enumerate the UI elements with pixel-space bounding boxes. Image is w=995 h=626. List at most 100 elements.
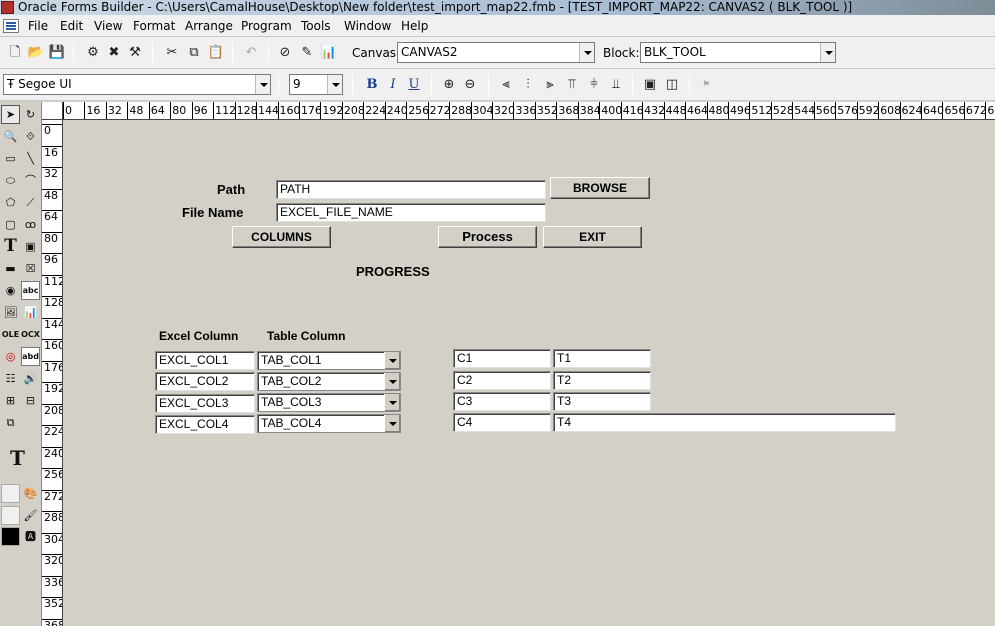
- stacked-canvas-tool-icon[interactable]: ⧉: [1, 413, 20, 432]
- text-color-swatch[interactable]: [1, 527, 20, 546]
- font-select[interactable]: Ŧ Segoe UI: [3, 74, 271, 95]
- c3-field[interactable]: C3: [453, 392, 551, 411]
- menu-help[interactable]: Help: [399, 15, 430, 37]
- open-folder-icon[interactable]: 📂: [27, 44, 45, 62]
- excel-col-3-field[interactable]: EXCL_COL3: [155, 394, 255, 413]
- path-field[interactable]: PATH: [276, 180, 546, 199]
- bean-area-tool-icon[interactable]: ◎: [1, 347, 20, 366]
- table-col-1-select[interactable]: TAB_COL1: [257, 351, 401, 370]
- pm-flag-icon[interactable]: ⚑: [697, 76, 715, 94]
- edit-pencil-icon[interactable]: ✎: [298, 44, 316, 62]
- rectangle-tool-icon[interactable]: ▭: [1, 149, 20, 168]
- underline-button[interactable]: U: [405, 76, 423, 94]
- menu-file[interactable]: File: [26, 15, 50, 37]
- c1-field[interactable]: C1: [453, 349, 551, 368]
- chevron-down-icon[interactable]: [579, 43, 594, 62]
- chevron-down-icon[interactable]: [384, 394, 400, 411]
- columns-button[interactable]: COLUMNS: [232, 226, 331, 248]
- run-form-icon[interactable]: ⚙: [84, 44, 102, 62]
- magnify-icon[interactable]: 🔍: [1, 127, 20, 146]
- chart-wizard-icon[interactable]: 📊: [320, 44, 338, 62]
- line-tool-icon[interactable]: ╲: [21, 149, 40, 168]
- block-select[interactable]: BLK_TOOL: [640, 42, 836, 63]
- chevron-down-icon[interactable]: [327, 75, 342, 94]
- c4-field[interactable]: C4: [453, 413, 551, 432]
- t3-field[interactable]: T3: [553, 392, 651, 411]
- browse-button[interactable]: BROWSE: [550, 177, 650, 199]
- activex-control-tool-icon[interactable]: OCX: [21, 325, 40, 344]
- line-color-icon[interactable]: 🖌: [21, 506, 40, 525]
- radio-button-tool-icon[interactable]: ◉: [1, 281, 20, 300]
- excel-col-2-field[interactable]: EXCL_COL2: [155, 372, 255, 391]
- fill-color-swatch[interactable]: [1, 484, 20, 503]
- chevron-down-icon[interactable]: [820, 43, 835, 62]
- checkbox-tool-icon[interactable]: ☒: [21, 259, 40, 278]
- zoom-in-icon[interactable]: ⊕: [440, 76, 458, 94]
- menu-program[interactable]: Program: [239, 15, 294, 37]
- sound-item-tool-icon[interactable]: 🔊: [21, 369, 40, 388]
- text-color-icon[interactable]: 🅰: [21, 527, 40, 546]
- fill-color-icon[interactable]: 🎨: [21, 484, 40, 503]
- display-item-tool-icon[interactable]: abd: [21, 347, 40, 366]
- menu-tools[interactable]: Tools: [299, 15, 333, 37]
- align-middle-icon[interactable]: ⫩: [585, 76, 603, 94]
- canvas-select[interactable]: CANVAS2: [397, 42, 595, 63]
- font-size-select[interactable]: 9: [289, 74, 343, 95]
- chevron-down-icon[interactable]: [384, 352, 400, 369]
- text-tool-icon[interactable]: T: [1, 237, 20, 256]
- chevron-down-icon[interactable]: [255, 75, 270, 94]
- tab-canvas-tool-icon[interactable]: ⊟: [21, 391, 40, 410]
- bring-to-front-icon[interactable]: ▣: [641, 76, 659, 94]
- c2-field[interactable]: C2: [453, 371, 551, 390]
- process-button[interactable]: Process: [438, 226, 537, 248]
- zoom-out-icon[interactable]: ⊖: [461, 76, 479, 94]
- debug-icon[interactable]: ✖: [105, 44, 123, 62]
- menu-format[interactable]: Format: [131, 15, 177, 37]
- frame-tool-icon[interactable]: ▣: [21, 237, 40, 256]
- align-center-icon[interactable]: ⫶: [519, 76, 537, 94]
- paste-icon[interactable]: 📋: [207, 44, 225, 62]
- table-col-2-select[interactable]: TAB_COL2: [257, 372, 401, 391]
- arc-tool-icon[interactable]: ⌒: [21, 171, 40, 190]
- hierarchical-tree-tool-icon[interactable]: ⊞: [1, 391, 20, 410]
- chevron-down-icon[interactable]: [384, 415, 400, 432]
- align-left-icon[interactable]: ⫷: [497, 76, 515, 94]
- chart-tool-icon[interactable]: 📊: [21, 303, 40, 322]
- bold-button[interactable]: B: [363, 76, 381, 94]
- send-to-back-icon[interactable]: ◫: [663, 76, 681, 94]
- polyline-tool-icon[interactable]: ⟋: [21, 193, 40, 212]
- chevron-down-icon[interactable]: [384, 373, 400, 390]
- copy-icon[interactable]: ⧉: [185, 44, 203, 62]
- excel-col-1-field[interactable]: EXCL_COL1: [155, 351, 255, 370]
- image-tool-icon[interactable]: 🖼: [1, 303, 20, 322]
- text-item-tool-icon[interactable]: abc: [21, 281, 40, 300]
- oracle-forms-app-icon[interactable]: [1, 1, 14, 14]
- ole-container-tool-icon[interactable]: OLE: [1, 325, 20, 344]
- menu-window[interactable]: Window: [342, 15, 393, 37]
- layout-canvas[interactable]: Path PATH BROWSE File Name EXCEL_FILE_NA…: [63, 120, 995, 626]
- menu-arrange[interactable]: Arrange: [183, 15, 235, 37]
- excel-col-4-field[interactable]: EXCL_COL4: [155, 415, 255, 434]
- rounded-rect-tool-icon[interactable]: ▢: [1, 215, 20, 234]
- file-name-field[interactable]: EXCEL_FILE_NAME: [276, 203, 546, 222]
- select-arrow-icon[interactable]: ➤: [1, 105, 20, 124]
- menu-view[interactable]: View: [92, 15, 124, 37]
- document-menu-icon[interactable]: [3, 19, 19, 33]
- align-bottom-icon[interactable]: ⫫: [607, 76, 625, 94]
- t2-field[interactable]: T2: [553, 371, 651, 390]
- line-color-swatch[interactable]: [1, 506, 20, 525]
- table-col-4-select[interactable]: TAB_COL4: [257, 414, 401, 433]
- new-file-icon[interactable]: 🗋: [6, 44, 24, 62]
- list-item-tool-icon[interactable]: ☷: [1, 369, 20, 388]
- align-top-icon[interactable]: ⫪: [563, 76, 581, 94]
- undo-icon[interactable]: ↶: [242, 44, 260, 62]
- rotate-icon[interactable]: ↻: [21, 105, 40, 124]
- polygon-tool-icon[interactable]: ⬠: [1, 193, 20, 212]
- italic-button[interactable]: I: [384, 76, 402, 94]
- button-tool-icon[interactable]: ▬: [1, 259, 20, 278]
- exit-button[interactable]: EXIT: [543, 226, 642, 248]
- table-col-3-select[interactable]: TAB_COL3: [257, 393, 401, 412]
- save-icon[interactable]: 💾: [48, 44, 66, 62]
- freehand-tool-icon[interactable]: ꝏ: [21, 215, 40, 234]
- no-entry-icon[interactable]: ⊘: [276, 44, 294, 62]
